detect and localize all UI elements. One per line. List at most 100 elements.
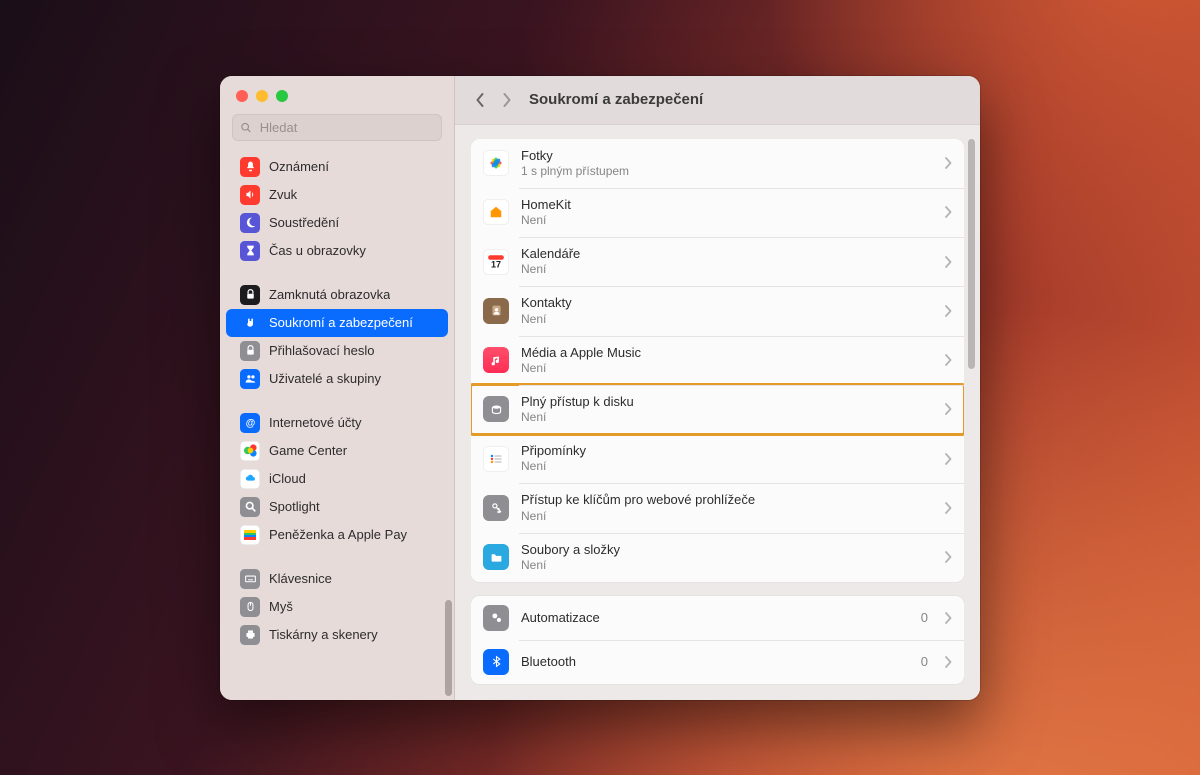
search-icon [240,497,260,517]
row-title: Přístup ke klíčům pro webové prohlížeče [521,492,932,508]
chevron-right-icon [944,354,952,366]
contacts-icon [483,298,509,324]
lock-icon [240,341,260,361]
chevron-right-icon [944,656,952,668]
minimize-window-button[interactable] [256,90,268,102]
sidebar-item[interactable]: Peněženka a Apple Pay [226,521,448,549]
chevron-right-icon [944,551,952,563]
chevron-right-icon [944,305,952,317]
row-subtitle: Není [521,509,932,524]
row-title: Kalendáře [521,246,932,262]
content-scrollbar[interactable] [968,139,975,369]
chevron-right-icon [944,256,952,268]
sidebar-item-label: Uživatelé a skupiny [269,371,381,387]
settings-row[interactable]: Přístup ke klíčům pro webové prohlížečeN… [471,483,964,532]
sidebar-item[interactable]: @Internetové účty [226,409,448,437]
row-count: 0 [921,654,928,669]
settings-row[interactable]: Média a Apple MusicNení [471,336,964,385]
search-icon [240,121,252,134]
at-icon: @ [240,413,260,433]
row-title: Připomínky [521,443,932,459]
row-subtitle: Není [521,213,932,228]
speaker-icon [240,185,260,205]
sidebar-item-label: Oznámení [269,159,329,175]
chevron-right-icon [944,502,952,514]
row-title: Bluetooth [521,654,909,670]
sidebar-item-label: Zamknutá obrazovka [269,287,390,303]
settings-row[interactable]: HomeKitNení [471,188,964,237]
settings-row[interactable]: Fotky1 s plným přístupem [471,139,964,188]
svg-text:17: 17 [491,259,501,269]
photos-icon [483,150,509,176]
settings-row[interactable]: Plný přístup k diskuNení [471,385,964,434]
music-icon [483,347,509,373]
search-input[interactable] [258,119,434,136]
sidebar-item-label: Game Center [269,443,347,459]
row-title: Soubory a složky [521,542,932,558]
home-icon [483,199,509,225]
hourglass-icon [240,241,260,261]
wallet-icon [240,525,260,545]
gc-icon [240,441,260,461]
sidebar-scrollbar[interactable] [445,600,452,696]
row-count: 0 [921,610,928,625]
sidebar-item-label: Zvuk [269,187,297,203]
settings-row[interactable]: 17 KalendářeNení [471,237,964,286]
sidebar-item-label: iCloud [269,471,306,487]
sidebar-item-label: Soustředění [269,215,339,231]
svg-text:@: @ [245,418,255,429]
row-title: Média a Apple Music [521,345,932,361]
sidebar-item[interactable]: Soukromí a zabezpečení [226,309,448,337]
mouse-icon [240,597,260,617]
search-field[interactable] [232,114,442,141]
nav-back-button[interactable] [471,91,489,109]
row-subtitle: Není [521,410,932,425]
calendar-icon: 17 [483,249,509,275]
settings-row[interactable]: Soubory a složkyNení [471,533,964,582]
row-texts: Přístup ke klíčům pro webové prohlížečeN… [521,492,932,523]
sidebar-item[interactable]: Spotlight [226,493,448,521]
chevron-right-icon [944,403,952,415]
row-texts: Automatizace [521,610,909,626]
settings-row[interactable]: Automatizace 0 [471,596,964,640]
sidebar-item[interactable]: Zvuk [226,181,448,209]
sidebar-item[interactable]: Přihlašovací heslo [226,337,448,365]
sidebar: Oznámení Zvuk Soustředění Čas u obrazovky Za… [220,76,455,700]
toolbar: Soukromí a zabezpečení [455,76,980,125]
row-texts: KontaktyNení [521,295,932,326]
hand-icon [240,313,260,333]
sidebar-item[interactable]: Tiskárny a skenery [226,621,448,649]
sidebar-item[interactable]: Game Center [226,437,448,465]
settings-row[interactable]: PřipomínkyNení [471,434,964,483]
users-icon [240,369,260,389]
sidebar-list[interactable]: Oznámení Zvuk Soustředění Čas u obrazovky Za… [220,149,454,700]
sidebar-item[interactable]: Klávesnice [226,565,448,593]
sidebar-item[interactable]: iCloud [226,465,448,493]
chevron-right-icon [944,612,952,624]
sidebar-item[interactable]: Zamknutá obrazovka [226,281,448,309]
sidebar-item[interactable]: Myš [226,593,448,621]
row-texts: HomeKitNení [521,197,932,228]
keyboard-icon [240,569,260,589]
zoom-window-button[interactable] [276,90,288,102]
printer-icon [240,625,260,645]
page-title: Soukromí a zabezpečení [529,91,703,108]
row-texts: Fotky1 s plným přístupem [521,148,932,179]
sidebar-item[interactable]: Uživatelé a skupiny [226,365,448,393]
sidebar-item-label: Klávesnice [269,571,332,587]
row-texts: KalendářeNení [521,246,932,277]
settings-panel: Fotky1 s plným přístupem HomeKitNení 17 Kal… [471,139,964,582]
close-window-button[interactable] [236,90,248,102]
settings-row[interactable]: Bluetooth 0 [471,640,964,684]
settings-row[interactable]: KontaktyNení [471,286,964,335]
sidebar-item-label: Myš [269,599,293,615]
main-column: Soukromí a zabezpečení Fotky1 s plným př… [455,76,980,700]
sidebar-item-label: Soukromí a zabezpečení [269,315,413,331]
sidebar-item[interactable]: Soustředění [226,209,448,237]
row-title: Plný přístup k disku [521,394,932,410]
sidebar-item[interactable]: Čas u obrazovky [226,237,448,265]
moon-icon [240,213,260,233]
nav-forward-button[interactable] [497,91,515,109]
row-subtitle: Není [521,459,932,474]
sidebar-item[interactable]: Oznámení [226,153,448,181]
